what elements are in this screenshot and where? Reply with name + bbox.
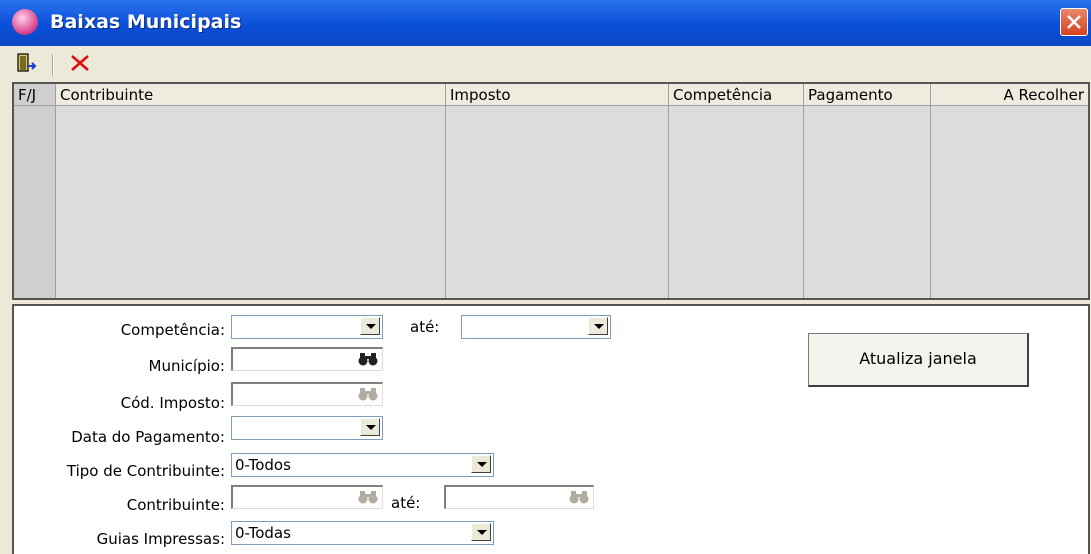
grid-column-fj [14,84,56,298]
grid-column-competencia [669,84,804,298]
cod-imposto-field[interactable] [231,382,383,406]
chevron-down-icon[interactable] [360,418,380,436]
title-bar: Baixas Municipais [0,0,1091,46]
grid-column-contribuinte [56,84,446,298]
competencia-start-dropdown[interactable] [231,315,383,339]
competencia-ate-label: até: [410,318,440,336]
municipio-label: Município: [148,357,225,375]
toolbar [0,46,1091,82]
chevron-down-icon[interactable] [471,455,491,473]
data-pagamento-label: Data do Pagamento: [71,428,225,446]
door-exit-icon [17,53,37,72]
chevron-down-icon[interactable] [588,317,608,335]
red-x-icon [71,55,89,71]
competencia-label: Competência: [120,321,225,339]
delete-button[interactable] [68,51,94,77]
contribuinte-label: Contribuinte: [126,496,225,514]
binoculars-icon[interactable] [358,489,378,505]
binoculars-icon[interactable] [569,489,589,505]
contribuinte-end-field[interactable] [444,485,594,509]
header-imposto[interactable]: Imposto [446,84,669,106]
chevron-down-icon[interactable] [360,317,380,335]
guias-impressas-dropdown[interactable]: 0-Todas [231,521,494,545]
chevron-down-icon[interactable] [471,523,491,541]
contribuinte-ate-label: até: [391,494,421,512]
close-button[interactable] [1060,8,1088,36]
grid-column-imposto [446,84,669,298]
results-grid[interactable]: F/J Contribuinte Imposto Competência Pag… [12,82,1090,300]
app-icon [12,9,38,35]
header-fj[interactable]: F/J [14,84,56,106]
municipio-field[interactable] [231,347,383,371]
guias-impressas-label: Guias Impressas: [96,530,225,548]
header-contribuinte[interactable]: Contribuinte [56,84,446,106]
contribuinte-start-field[interactable] [231,485,383,509]
atualiza-janela-button[interactable]: Atualiza janela [808,333,1029,387]
tipo-contribuinte-label: Tipo de Contribuinte: [66,462,225,480]
binoculars-icon[interactable] [358,351,378,367]
header-pagamento[interactable]: Pagamento [804,84,931,106]
close-icon [1067,15,1081,29]
competencia-end-dropdown[interactable] [461,315,611,339]
tipo-contribuinte-dropdown[interactable]: 0-Todos [231,453,494,477]
grid-column-a-recolher [931,84,1088,298]
header-competencia[interactable]: Competência [669,84,804,106]
header-a-recolher[interactable]: A Recolher [931,84,1088,106]
toolbar-separator [52,54,54,76]
window-title: Baixas Municipais [50,11,242,33]
cod-imposto-label: Cód. Imposto: [120,394,225,412]
grid-column-pagamento [804,84,931,298]
binoculars-icon[interactable] [358,386,378,402]
data-pagamento-dropdown[interactable] [231,416,383,440]
guias-impressas-value: 0-Todas [235,524,291,542]
exit-button[interactable] [14,51,40,77]
tipo-contribuinte-value: 0-Todos [235,456,291,474]
